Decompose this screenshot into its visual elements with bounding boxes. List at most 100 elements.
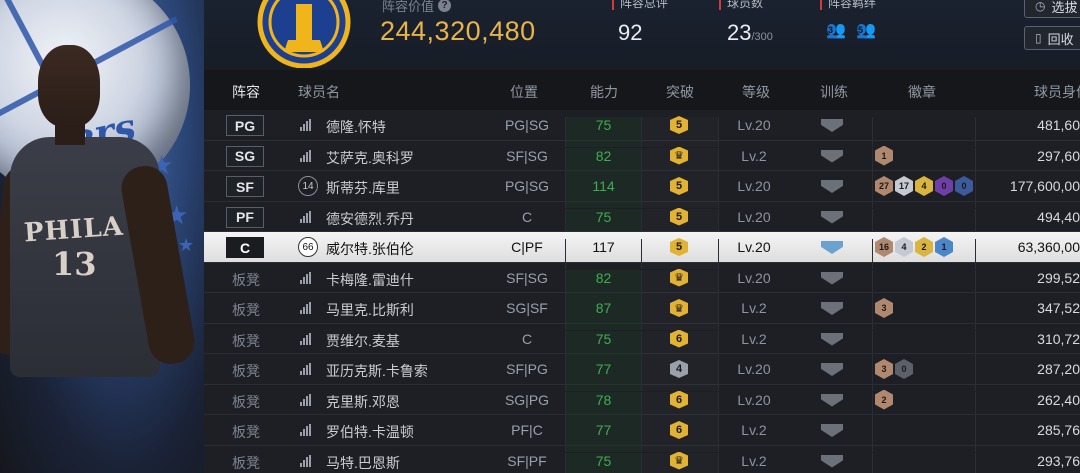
stats-icon[interactable]: [300, 210, 312, 223]
badge-icon[interactable]: 27: [875, 176, 893, 196]
player-name[interactable]: 马特.巴恩斯: [326, 453, 400, 473]
roster-table: 阵容 球员名 位置 能力 突破 等级 训练 徽章 球员身价 PG 德隆.怀特 PG|…: [204, 70, 1080, 473]
training-icon[interactable]: [821, 119, 843, 132]
badge-icon[interactable]: 2: [915, 237, 933, 257]
training-icon[interactable]: [821, 332, 843, 346]
col-breakthrough[interactable]: 突破: [666, 82, 694, 102]
player-level: Lv.2: [741, 147, 767, 164]
help-icon[interactable]: ?: [438, 0, 452, 12]
bond-silver-icon[interactable]: 👥 5: [856, 20, 880, 42]
col-salary[interactable]: 球员身价: [1034, 82, 1080, 102]
table-row[interactable]: 板凳 马里克.比斯利 SG|SF 87 ♛ Lv.2 3 347,52: [204, 293, 1080, 330]
player-salary: 494,40: [1037, 208, 1080, 225]
player-name[interactable]: 马里克.比斯利: [326, 300, 414, 320]
player-position: SF|SG: [506, 269, 548, 286]
stats-icon[interactable]: [300, 332, 312, 345]
stats-icon[interactable]: [300, 271, 312, 284]
player-ability: 117: [592, 239, 615, 255]
col-position[interactable]: 位置: [510, 82, 538, 102]
player-level: Lv.20: [737, 239, 771, 255]
table-row[interactable]: PG 德隆.怀特 PG|SG 75 5 Lv.20 481,60: [204, 110, 1080, 147]
recycle-button[interactable]: ▯ 回收: [1024, 26, 1080, 50]
col-player-name[interactable]: 球员名: [298, 82, 340, 102]
table-row[interactable]: 板凳 马特.巴恩斯 SF|PF 75 ♛ Lv.2 293,76: [204, 446, 1080, 473]
col-training[interactable]: 训练: [820, 82, 848, 102]
bench-label: 板凳: [232, 393, 260, 410]
badge-list: 3: [875, 298, 893, 318]
badge-icon[interactable]: 3: [875, 298, 893, 318]
slot-badge[interactable]: PG: [226, 115, 264, 136]
badge-list: 2: [875, 389, 893, 410]
table-row[interactable]: 板凳 贾维尔.麦基 C 75 6 Lv.2 310,72: [204, 324, 1080, 361]
player-salary: 177,600,00: [1009, 178, 1080, 194]
player-position: SF|PG: [506, 361, 548, 377]
training-icon[interactable]: [821, 210, 843, 224]
slot-badge[interactable]: C: [226, 237, 264, 258]
badge-icon[interactable]: 1: [935, 237, 953, 257]
training-icon[interactable]: [821, 149, 843, 163]
player-level: Lv.20: [737, 391, 771, 408]
table-row[interactable]: 板凳 亚历克斯.卡鲁索 SF|PG 77 4 Lv.20 3 0 287,20: [204, 354, 1080, 391]
table-row[interactable]: 板凳 克里斯.邓恩 SG|PG 78 6 Lv.20 2 262,40: [204, 385, 1080, 422]
training-icon[interactable]: [821, 424, 843, 437]
player-name[interactable]: 亚历克斯.卡鲁索: [326, 361, 428, 381]
slot-badge[interactable]: PF: [226, 206, 264, 228]
player-ability: 87: [595, 300, 612, 316]
player-name[interactable]: 德隆.怀特: [326, 117, 386, 137]
slot-badge[interactable]: SG: [226, 145, 264, 167]
training-icon[interactable]: [821, 363, 843, 376]
col-level[interactable]: 等级: [742, 82, 770, 102]
badge-icon[interactable]: 16: [875, 237, 893, 257]
bond-bronze-icon[interactable]: 👥 3: [826, 20, 850, 42]
player-name[interactable]: 卡梅隆.雷迪什: [326, 270, 414, 290]
player-name[interactable]: 艾萨克.奥科罗: [326, 148, 414, 168]
player-name[interactable]: 斯蒂芬.库里: [326, 178, 400, 198]
slot-badge[interactable]: SF: [226, 176, 264, 197]
table-row[interactable]: SG 艾萨克.奥科罗 SF|SG 82 ♛ Lv.2 1 297,60: [204, 141, 1080, 178]
player-name[interactable]: 克里斯.邓恩: [326, 392, 400, 412]
bench-label: 板凳: [232, 332, 260, 349]
stats-icon[interactable]: [300, 424, 312, 436]
stats-icon[interactable]: [300, 454, 312, 467]
player-figure: PHILA 13: [0, 45, 200, 473]
col-ability[interactable]: 能力: [590, 82, 618, 102]
training-icon[interactable]: [821, 271, 843, 285]
training-icon[interactable]: [821, 454, 843, 468]
table-row[interactable]: SF 14 斯蒂芬.库里 PG|SG 114 5 Lv.20 27 17 4 0 0 177,600,0…: [204, 171, 1080, 208]
badge-icon[interactable]: 0: [935, 176, 953, 196]
player-level: Lv.2: [741, 422, 767, 438]
badge-icon[interactable]: 2: [875, 389, 893, 410]
training-icon[interactable]: [821, 393, 843, 407]
player-salary: 287,20: [1037, 361, 1080, 377]
badge-icon[interactable]: 4: [915, 176, 933, 196]
table-row[interactable]: 板凳 罗伯特.卡温顿 PF|C 77 6 Lv.2 285,76: [204, 415, 1080, 452]
lineup-value-label: 阵容价值 ?: [382, 0, 452, 15]
col-lineup[interactable]: 阵容: [232, 82, 260, 102]
badge-icon[interactable]: 4: [895, 237, 913, 257]
clock-icon: ◷: [1035, 0, 1046, 13]
badge-icon[interactable]: 0: [955, 176, 973, 196]
stats-icon[interactable]: [300, 302, 312, 314]
select-button[interactable]: ◷ 选拔: [1024, 0, 1080, 18]
player-salary: 299,52: [1037, 269, 1080, 286]
badge-icon[interactable]: 0: [895, 359, 913, 379]
table-row[interactable]: PF 德安德烈.乔丹 C 75 5 Lv.20 494,40: [204, 202, 1080, 239]
stats-icon[interactable]: [300, 119, 312, 131]
player-name[interactable]: 威尔特.张伯伦: [326, 239, 414, 259]
table-row[interactable]: C 66 威尔特.张伯伦 C|PF 117 5 Lv.20 16 4 2 1 63,360,00: [204, 232, 1080, 269]
col-badges[interactable]: 徽章: [908, 82, 936, 102]
training-icon[interactable]: [821, 302, 843, 315]
stats-icon[interactable]: [300, 363, 312, 375]
stats-icon[interactable]: [300, 393, 312, 406]
badge-icon[interactable]: 1: [875, 145, 893, 166]
table-row[interactable]: 板凳 卡梅隆.雷迪什 SF|SG 82 ♛ Lv.20 299,52: [204, 263, 1080, 300]
player-name[interactable]: 贾维尔.麦基: [326, 331, 400, 351]
player-salary: 347,52: [1037, 300, 1080, 316]
badge-icon[interactable]: 17: [895, 176, 913, 196]
player-name[interactable]: 德安德烈.乔丹: [326, 209, 414, 229]
training-icon[interactable]: [821, 180, 843, 193]
player-name[interactable]: 罗伯特.卡温顿: [326, 422, 414, 442]
badge-icon[interactable]: 3: [875, 359, 893, 379]
training-icon[interactable]: [821, 241, 843, 254]
stats-icon[interactable]: [300, 149, 312, 162]
